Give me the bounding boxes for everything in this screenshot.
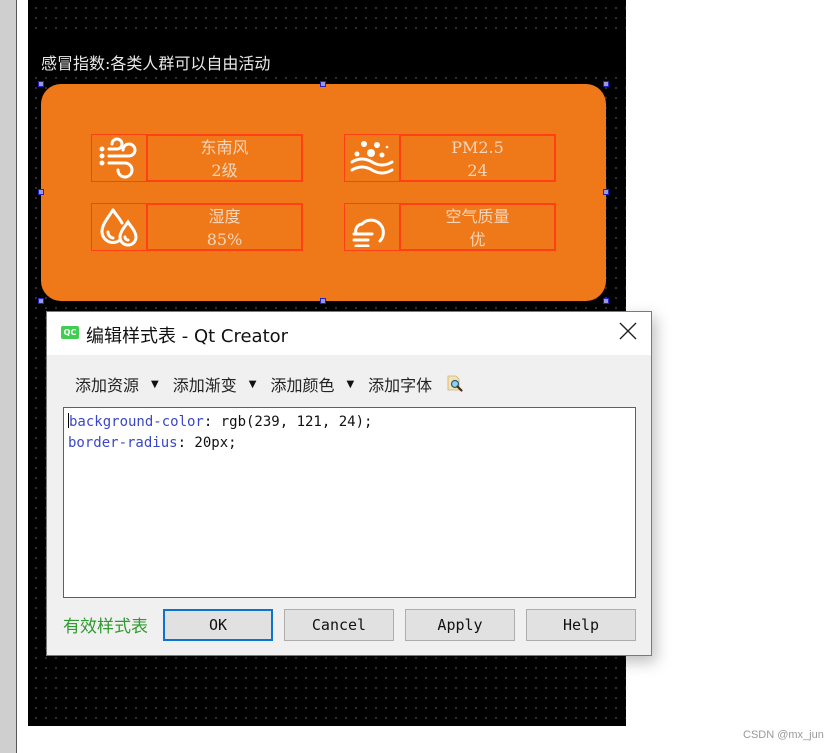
- selection-handle[interactable]: [603, 81, 609, 87]
- add-gradient-label: 添加渐变: [172, 376, 237, 395]
- humidity-info[interactable]: 湿度 85%: [146, 203, 303, 251]
- pm25-icon: [350, 141, 394, 175]
- selection-handle[interactable]: [38, 81, 44, 87]
- edit-stylesheet-dialog: QC 编辑样式表 - Qt Creator 添加资源 ▼ 添加渐变 ▼ 添加颜色…: [46, 311, 652, 656]
- pm25-label: PM2.5: [451, 138, 504, 157]
- selection-handle[interactable]: [320, 298, 326, 304]
- pm25-cell-icon[interactable]: [344, 134, 400, 182]
- pm25-value: 24: [467, 161, 488, 180]
- stylesheet-editor[interactable]: background-color: rgb(239, 121, 24); bor…: [63, 407, 636, 598]
- selection-handle[interactable]: [320, 81, 326, 87]
- selection-handle[interactable]: [38, 189, 44, 195]
- add-gradient-button[interactable]: 添加渐变 ▼: [173, 372, 257, 396]
- weather-info-panel[interactable]: [41, 84, 606, 301]
- dialog-title: 编辑样式表 - Qt Creator: [86, 326, 289, 347]
- close-icon[interactable]: [617, 322, 639, 344]
- dialog-titlebar[interactable]: QC 编辑样式表 - Qt Creator: [47, 312, 651, 355]
- add-resource-label: 添加资源: [75, 376, 140, 395]
- css-property: background-color: [69, 414, 204, 430]
- wind-direction: 东南风: [200, 138, 249, 157]
- editor-line: background-color: rgb(239, 121, 24);: [68, 412, 631, 433]
- dropdown-arrow-icon[interactable]: ▼: [346, 379, 354, 390]
- find-file-icon[interactable]: [446, 375, 464, 393]
- selection-handle[interactable]: [603, 298, 609, 304]
- left-panel-strip: [0, 0, 16, 753]
- add-font-button[interactable]: 添加字体: [368, 372, 432, 396]
- stylesheet-toolbar: 添加资源 ▼ 添加渐变 ▼ 添加颜色 ▼ 添加字体: [75, 372, 464, 396]
- cancel-button[interactable]: Cancel: [284, 609, 394, 641]
- humidity-label: 湿度: [208, 207, 241, 226]
- ok-button[interactable]: OK: [163, 609, 273, 641]
- air-quality-info[interactable]: 空气质量 优: [399, 203, 556, 251]
- pm25-info[interactable]: PM2.5 24: [399, 134, 556, 182]
- editor-line: border-radius: 20px;: [68, 433, 631, 454]
- valid-stylesheet-status: 有效样式表: [63, 617, 148, 637]
- add-resource-button[interactable]: 添加资源 ▼: [75, 372, 159, 396]
- add-color-button[interactable]: 添加颜色 ▼: [270, 372, 354, 396]
- cloud-fog-icon: [352, 218, 385, 247]
- selection-handle[interactable]: [603, 189, 609, 195]
- selection-handle[interactable]: [38, 298, 44, 304]
- humidity-cell-icon[interactable]: [91, 203, 147, 251]
- qt-creator-logo-icon: QC: [61, 326, 79, 339]
- css-property: border-radius: [68, 435, 178, 451]
- add-font-label: 添加字体: [368, 376, 433, 395]
- humidity-icon: [100, 208, 138, 247]
- css-value: : 20px;: [177, 435, 237, 451]
- wind-icon: [99, 137, 137, 179]
- humidity-value: 85%: [206, 230, 243, 249]
- dropdown-arrow-icon[interactable]: ▼: [151, 379, 159, 390]
- apply-button[interactable]: Apply: [405, 609, 515, 641]
- dropdown-arrow-icon[interactable]: ▼: [249, 379, 257, 390]
- air-quality-label: 空气质量: [445, 207, 510, 226]
- left-divider: [16, 0, 17, 753]
- cold-index-label[interactable]: 感冒指数:各类人群可以自由活动: [41, 50, 270, 74]
- air-quality-cell-icon[interactable]: [344, 203, 400, 251]
- wind-cell-icon[interactable]: [91, 134, 147, 182]
- wind-info[interactable]: 东南风 2级: [146, 134, 303, 182]
- watermark: CSDN @mx_jun: [743, 729, 824, 741]
- add-color-label: 添加颜色: [270, 376, 335, 395]
- wind-level: 2级: [211, 161, 238, 180]
- air-quality-value: 优: [469, 230, 486, 249]
- help-button[interactable]: Help: [526, 609, 636, 641]
- css-value: : rgb(239, 121, 24);: [203, 414, 373, 430]
